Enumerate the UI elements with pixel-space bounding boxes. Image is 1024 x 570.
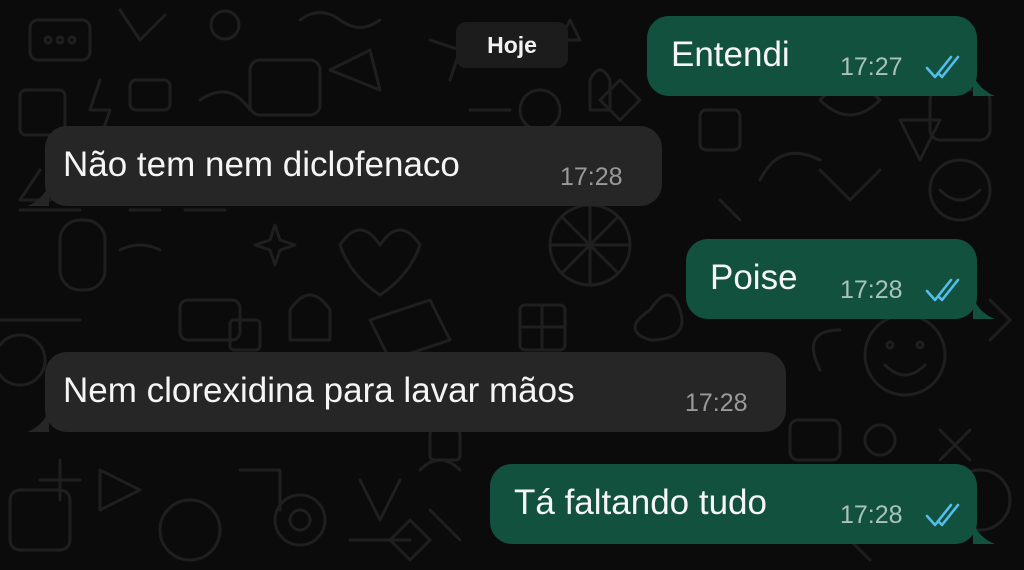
message-text: Nem clorexidina para lavar mãos — [63, 371, 575, 410]
message-time: 17:28 — [560, 163, 623, 191]
double-check-icon — [925, 55, 960, 79]
message-bubble-outgoing[interactable]: Tá faltando tudo 17:28 — [490, 464, 995, 544]
message-text: Poise — [710, 258, 798, 297]
bubble-tail — [973, 74, 995, 96]
bubble-tail — [973, 522, 995, 544]
date-separator: Hoje — [456, 22, 568, 68]
bubble-tail — [27, 184, 49, 206]
message-bubble-incoming[interactable]: Não tem nem diclofenaco 17:28 — [27, 126, 662, 206]
message-time: 17:28 — [685, 389, 748, 417]
message-text: Entendi — [671, 35, 790, 74]
bubble-tail — [973, 297, 995, 319]
message-time: 17:27 — [840, 53, 903, 81]
double-check-icon — [925, 503, 960, 527]
double-check-icon — [925, 278, 960, 302]
message-bubble-incoming[interactable]: Nem clorexidina para lavar mãos 17:28 — [27, 352, 786, 432]
chat-area[interactable]: Hoje Entendi 17:27 Não tem nem diclofena… — [0, 0, 1024, 570]
message-time: 17:28 — [840, 276, 903, 304]
message-bubble-outgoing[interactable]: Poise 17:28 — [686, 239, 995, 319]
message-bubble-outgoing[interactable]: Entendi 17:27 — [647, 16, 995, 96]
bubble-tail — [27, 410, 49, 432]
message-time: 17:28 — [840, 501, 903, 529]
message-text: Não tem nem diclofenaco — [63, 145, 460, 184]
message-text: Tá faltando tudo — [514, 483, 767, 522]
